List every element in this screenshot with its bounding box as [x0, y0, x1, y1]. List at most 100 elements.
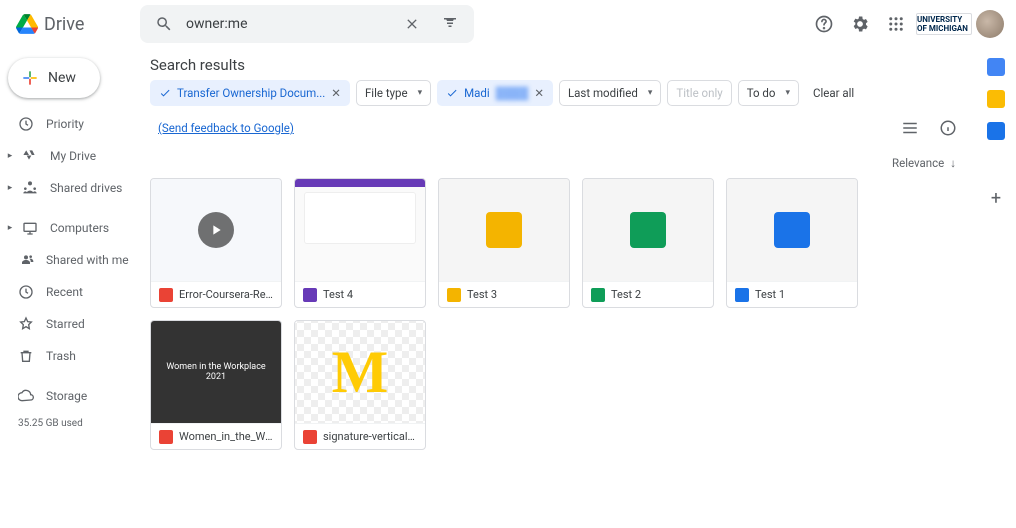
apps-icon[interactable]	[880, 8, 912, 40]
plus-icon	[20, 68, 40, 88]
sidebar-item-sharedwithme[interactable]: Shared with me	[0, 244, 138, 276]
new-button[interactable]: New	[8, 58, 100, 98]
filetype-slides-icon	[447, 288, 461, 302]
chip-remove-icon[interactable]: ✕	[534, 86, 544, 100]
drive-logo-icon	[16, 14, 38, 34]
sidebar-item-label: Recent	[46, 285, 83, 299]
list-view-icon[interactable]	[894, 112, 926, 144]
file-card[interactable]: M signature-vertical-white.png	[294, 320, 426, 450]
calendar-icon[interactable]	[987, 58, 1005, 76]
file-name: signature-vertical-white.png	[323, 430, 417, 443]
content-area: Search results Transfer Ownership Docum.…	[138, 48, 976, 528]
file-card[interactable]: Error-Coursera-Results.we...	[150, 178, 282, 308]
clear-all-button[interactable]: Clear all	[805, 80, 862, 106]
filetype-form-icon	[303, 288, 317, 302]
keep-icon[interactable]	[987, 90, 1005, 108]
file-card[interactable]: Test 3	[438, 178, 570, 308]
page-title: Search results	[150, 48, 964, 80]
filter-chips-row: Transfer Ownership Docum... ✕ File type ▾…	[150, 80, 964, 144]
check-icon	[446, 87, 458, 99]
chip-lastmodified[interactable]: Last modified ▾	[559, 80, 661, 106]
search-options-icon[interactable]	[434, 8, 466, 40]
chip-label: File type	[365, 86, 408, 100]
drive-logo[interactable]: Drive	[12, 14, 132, 35]
sidebar: New Priority ▸ My Drive ▸ Shared drives ▸ C…	[0, 48, 138, 528]
chip-transfer-ownership[interactable]: Transfer Ownership Docum... ✕	[150, 80, 350, 106]
sort-label: Relevance	[892, 156, 944, 170]
sidebar-item-priority[interactable]: Priority	[0, 108, 138, 140]
sidebar-item-storage[interactable]: Storage	[0, 380, 138, 412]
sidebar-item-shareddrives[interactable]: ▸ Shared drives	[0, 172, 138, 204]
sidebar-item-label: Shared drives	[50, 181, 122, 195]
sidebar-item-label: Starred	[46, 317, 85, 331]
sidebar-item-trash[interactable]: Trash	[0, 340, 138, 372]
chevron-right-icon: ▸	[6, 151, 14, 161]
file-thumbnail	[583, 179, 713, 281]
side-panel: +	[976, 48, 1016, 528]
chip-label: Transfer Ownership Docum...	[177, 86, 325, 100]
sidebar-item-starred[interactable]: Starred	[0, 308, 138, 340]
file-name: Women_in_the_Workplace_...	[179, 430, 273, 443]
sort-control[interactable]: Relevance ↓	[150, 144, 964, 174]
storage-used-label: 35.25 GB used	[0, 412, 138, 435]
new-button-label: New	[48, 70, 76, 86]
results-grid: Error-Coursera-Results.we... Test 4 Test…	[150, 174, 964, 454]
settings-icon[interactable]	[844, 8, 876, 40]
chevron-down-icon: ▾	[418, 88, 423, 98]
chip-todo[interactable]: To do ▾	[738, 80, 799, 106]
chevron-down-icon: ▾	[648, 88, 653, 98]
chip-label: To do	[747, 86, 776, 100]
filetype-pdf-icon	[159, 430, 173, 444]
file-name: Test 2	[611, 288, 641, 301]
arrow-down-icon: ↓	[950, 156, 956, 170]
chip-label: Last modified	[568, 86, 638, 100]
clear-search-icon[interactable]	[396, 8, 428, 40]
file-thumbnail	[151, 179, 281, 281]
sidebar-item-label: Priority	[46, 117, 84, 131]
info-icon[interactable]	[932, 112, 964, 144]
help-icon[interactable]	[808, 8, 840, 40]
chip-person[interactable]: Madi ████ ✕	[437, 80, 553, 106]
chevron-right-icon: ▸	[6, 183, 14, 193]
sidebar-item-mydrive[interactable]: ▸ My Drive	[0, 140, 138, 172]
chevron-down-icon: ▾	[785, 88, 790, 98]
file-name: Test 1	[755, 288, 785, 301]
filetype-sheets-icon	[591, 288, 605, 302]
sidebar-item-computers[interactable]: ▸ Computers	[0, 212, 138, 244]
file-thumbnail	[727, 179, 857, 281]
search-bar[interactable]	[140, 5, 474, 43]
play-icon	[198, 212, 234, 248]
file-card[interactable]: Women in the Workplace 2021 Women_in_the…	[150, 320, 282, 450]
sidebar-item-label: Computers	[50, 221, 109, 235]
sidebar-item-label: Storage	[46, 389, 87, 403]
tasks-icon[interactable]	[987, 122, 1005, 140]
chevron-right-icon: ▸	[6, 223, 14, 233]
file-name: Error-Coursera-Results.we...	[179, 288, 273, 301]
file-name: Test 4	[323, 288, 353, 301]
sidebar-item-recent[interactable]: Recent	[0, 276, 138, 308]
sidebar-item-label: Shared with me	[46, 253, 129, 267]
search-icon	[148, 8, 180, 40]
file-card[interactable]: Test 2	[582, 178, 714, 308]
file-thumbnail: M	[295, 321, 425, 423]
sidebar-item-label: My Drive	[50, 149, 96, 163]
chip-label: Title only	[676, 86, 722, 100]
send-feedback-link[interactable]: (Send feedback to Google)	[150, 115, 302, 141]
org-badge: UNIVERSITY OF MICHIGAN	[916, 13, 972, 35]
sidebar-item-label: Trash	[46, 349, 76, 363]
search-input[interactable]	[186, 16, 390, 32]
file-card[interactable]: Test 1	[726, 178, 858, 308]
chip-titleonly[interactable]: Title only	[667, 80, 731, 106]
chip-remove-icon[interactable]: ✕	[331, 86, 341, 100]
file-thumbnail	[295, 179, 425, 281]
app-name: Drive	[44, 14, 84, 35]
chip-filetype[interactable]: File type ▾	[356, 80, 431, 106]
account-avatar[interactable]	[976, 10, 1004, 38]
add-panel-icon[interactable]: +	[991, 188, 1001, 209]
filetype-docs-icon	[735, 288, 749, 302]
check-icon	[159, 87, 171, 99]
file-name: Test 3	[467, 288, 497, 301]
file-thumbnail: Women in the Workplace 2021	[151, 321, 281, 423]
file-card[interactable]: Test 4	[294, 178, 426, 308]
chip-label: Madi	[464, 86, 490, 100]
